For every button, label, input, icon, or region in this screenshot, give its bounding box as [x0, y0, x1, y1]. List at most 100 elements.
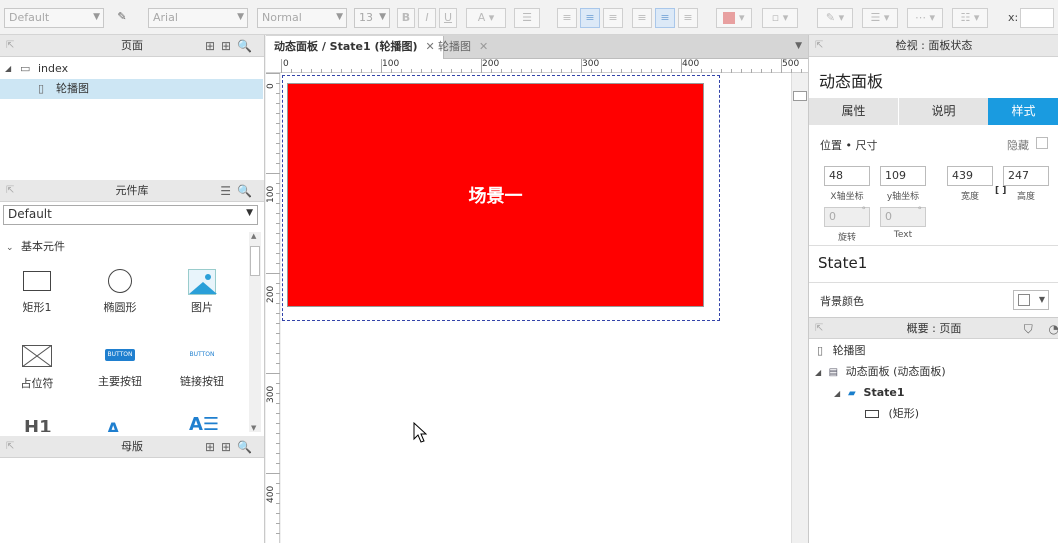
valign-middle-icon[interactable]: ≡ [655, 8, 675, 28]
ruler-ticks [266, 73, 280, 534]
outline-item-rectangle[interactable]: (矩形) [865, 404, 919, 424]
format-painter-icon[interactable]: ✎ [112, 8, 132, 28]
width-field[interactable]: 439 [947, 166, 993, 186]
tab-carousel-page[interactable]: 轮播图 ✕ [430, 36, 496, 59]
primary-button-icon: BUTTON [105, 349, 135, 361]
close-icon[interactable]: ✕ [479, 40, 488, 53]
scrollbar-thumb[interactable] [793, 91, 807, 101]
font-color-icon[interactable]: A ▾ [466, 8, 506, 28]
ruler-ticks [281, 59, 802, 73]
library-group-header[interactable]: ⌄ 基本元件 [6, 238, 65, 254]
pin-icon[interactable]: ⇱ [6, 436, 14, 458]
inspector-title: 检视 : 面板状态 [895, 39, 973, 52]
hide-checkbox[interactable] [1036, 137, 1048, 149]
design-canvas[interactable]: 场景一 [281, 73, 791, 543]
outline-header: ⇱ 概要 : 页面 ⛉ ◔ [809, 317, 1058, 339]
font-size-select[interactable]: 13 ▼ [354, 8, 390, 28]
font-weight-select[interactable]: Normal ▼ [257, 8, 347, 28]
align-center-icon[interactable]: ≡ [580, 8, 600, 28]
background-color-label: 背景颜色 [820, 295, 864, 308]
pin-icon[interactable]: ⇱ [6, 35, 14, 57]
library-item-ellipse[interactable]: 椭圆形 [85, 269, 155, 315]
mouse-cursor-icon [413, 422, 427, 443]
height-field[interactable]: 247 [1003, 166, 1049, 186]
page-item-carousel[interactable]: ▯ 轮播图 [0, 79, 263, 99]
position-size-label: 位置 • 尺寸 [820, 139, 878, 152]
fill-color-icon[interactable]: ▾ [716, 8, 752, 28]
style-select[interactable]: Default ▼ [4, 8, 104, 28]
ruler-label: 300 [582, 59, 600, 69]
text-label-icon[interactable]: A [107, 421, 119, 432]
shadow-icon[interactable]: ▫ ▾ [762, 8, 798, 28]
library-select[interactable]: Default ▼ [3, 205, 258, 225]
scroll-up-icon[interactable]: ▲ [251, 232, 256, 240]
tab-style[interactable]: 样式 [988, 98, 1058, 125]
pages-panel-actions[interactable]: ⊞⊞🔍 [205, 35, 258, 57]
ruler-label: 400 [266, 485, 276, 503]
scrollbar-thumb[interactable] [250, 246, 260, 276]
inspector-panel: ⇱ 检视 : 面板状态 动态面板 属性 说明 样式 位置 • 尺寸 隐藏 48 … [808, 35, 1058, 543]
tab-panel-state[interactable]: 动态面板 / State1 (轮播图) ✕ [266, 36, 444, 59]
underline-button[interactable]: U [439, 8, 457, 28]
line-width-icon[interactable]: ☰ ▾ [862, 8, 898, 28]
tab-properties[interactable]: 属性 [809, 98, 899, 125]
x-coordinate-input[interactable] [1020, 8, 1054, 28]
ruler-label: 100 [382, 59, 400, 69]
text-rotation-field[interactable]: 0 ° [880, 206, 926, 227]
library-panel-title: 元件库 [115, 184, 149, 197]
filter-icon[interactable]: ⛉ ◔ [1024, 318, 1058, 340]
font-family-select[interactable]: Arial ▼ [148, 8, 248, 28]
outline-item-dynamic-panel[interactable]: ◢ ▤ 动态面板 (动态面板) [815, 362, 946, 382]
paragraph-icon[interactable]: A☰ [189, 415, 219, 432]
library-item-primary-button[interactable]: BUTTON 主要按钮 [85, 349, 155, 389]
library-item-placeholder[interactable]: 占位符 [2, 345, 72, 391]
rotation-field[interactable]: 0 ° [824, 206, 870, 227]
tab-notes[interactable]: 说明 [899, 98, 988, 125]
dynamic-panel-icon: ▤ [828, 367, 839, 378]
left-panel: ⇱ 页面 ⊞⊞🔍 ◢ ▭ index ▯ 轮播图 ⇱ 元件库 ☰🔍 Defaul… [0, 35, 265, 543]
outline-item-state[interactable]: ◢ ▰ State1 [834, 383, 905, 403]
ruler-label: 500 [782, 59, 800, 69]
library-item-link-button[interactable]: BUTTON 链接按钮 [167, 349, 237, 389]
background-color-picker[interactable]: ▼ [1013, 290, 1049, 310]
collapse-arrow-icon[interactable]: ◢ [5, 59, 11, 79]
scene-rectangle[interactable]: 场景一 [287, 83, 704, 307]
library-panel-actions[interactable]: ☰🔍 [220, 180, 258, 202]
ruler-label: 0 [283, 59, 289, 69]
inspector-element-name[interactable]: 动态面板 [819, 68, 883, 92]
collapse-arrow-icon[interactable]: ◢ [834, 389, 840, 398]
outline-title: 概要 : 页面 [906, 322, 962, 335]
valign-bottom-icon[interactable]: ≡ [678, 8, 698, 28]
library-item-rectangle[interactable]: 矩形1 [2, 271, 72, 315]
line-style-icon[interactable]: ⋯ ▾ [907, 8, 943, 28]
masters-panel-actions[interactable]: ⊞⊞🔍 [205, 436, 258, 458]
align-right-icon[interactable]: ≡ [603, 8, 623, 28]
outline-item-page[interactable]: ▯ 轮播图 [817, 341, 866, 361]
page-icon: ▯ [817, 344, 824, 357]
valign-top-icon[interactable]: ≡ [632, 8, 652, 28]
scroll-down-icon[interactable]: ▼ [251, 424, 256, 432]
ruler-label: 100 [266, 185, 276, 203]
y-field[interactable]: 109 [880, 166, 926, 186]
library-item-image[interactable]: 图片 [167, 269, 237, 315]
tab-overflow-icon[interactable]: ▼ [795, 41, 802, 51]
page-item-index[interactable]: ◢ ▭ index [0, 59, 263, 79]
arrow-style-icon[interactable]: ☷ ▾ [952, 8, 988, 28]
divider [809, 282, 1058, 283]
pin-icon[interactable]: ⇱ [815, 318, 823, 340]
bullet-list-icon[interactable]: ☰ [514, 8, 540, 28]
collapse-arrow-icon[interactable]: ◢ [815, 368, 821, 377]
italic-button[interactable]: I [418, 8, 436, 28]
canvas-scrollbar[interactable] [791, 73, 808, 543]
line-color-icon[interactable]: ✎ ▾ [817, 8, 853, 28]
library-scrollbar[interactable]: ▲ ▼ [249, 232, 261, 432]
x-field[interactable]: 48 [824, 166, 870, 186]
pin-icon[interactable]: ⇱ [815, 35, 823, 57]
state-name[interactable]: State1 [818, 254, 867, 272]
align-left-icon[interactable]: ≡ [557, 8, 577, 28]
bold-button[interactable]: B [397, 8, 415, 28]
horizontal-ruler: 0 100 200 300 400 500 [266, 59, 808, 73]
pin-icon[interactable]: ⇱ [6, 180, 14, 202]
heading-icon[interactable]: H1 [24, 418, 52, 432]
chevron-down-icon: ⌄ [6, 243, 14, 253]
